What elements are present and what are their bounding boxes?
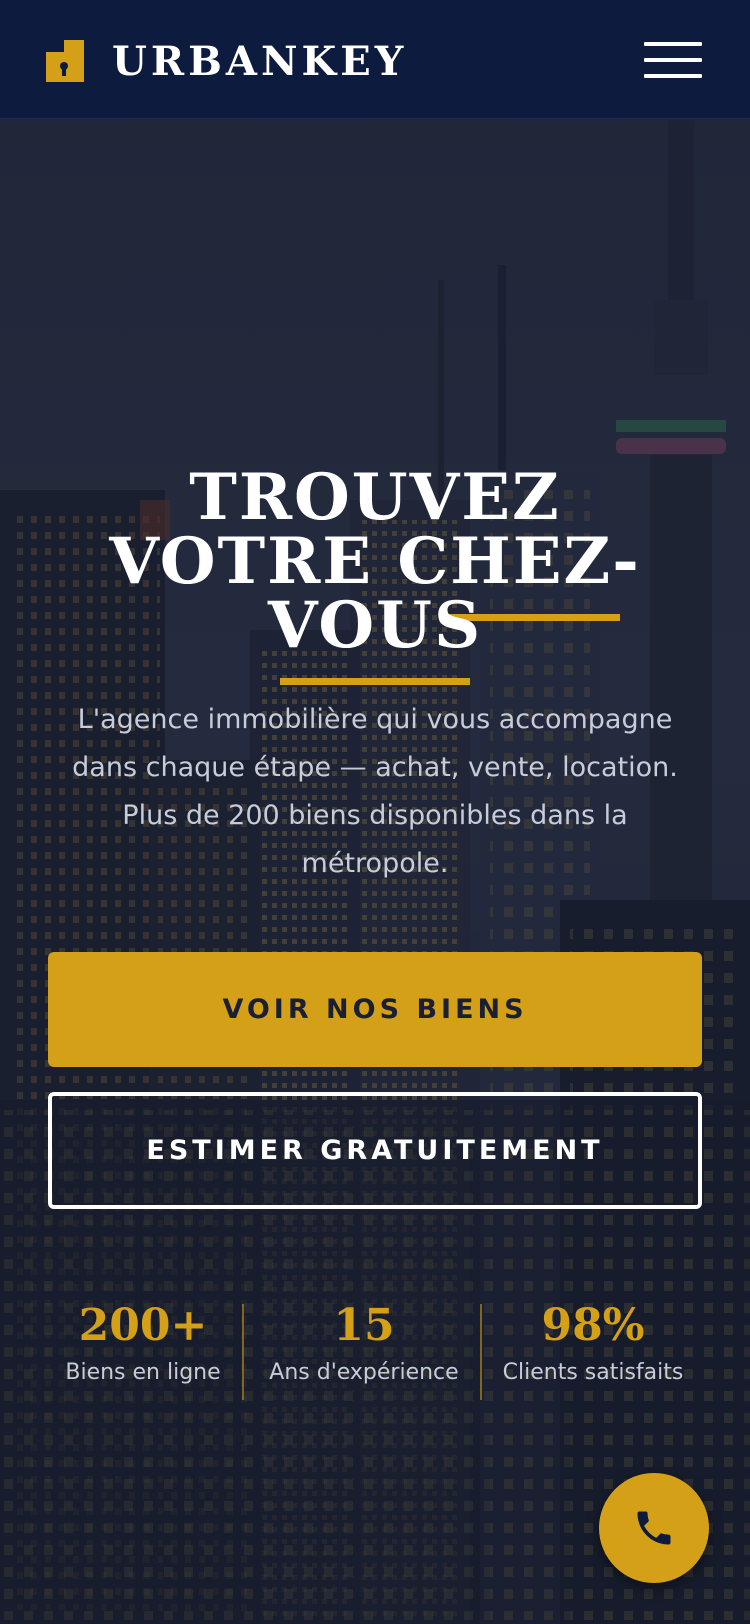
- stat-value: 15: [333, 1300, 395, 1351]
- stat-divider: [242, 1304, 244, 1400]
- phone-icon: [637, 1511, 671, 1545]
- call-button[interactable]: [599, 1473, 709, 1583]
- hero-title: TROUVEZ VOTRE CHEZ-VOUS: [109, 460, 641, 663]
- free-estimate-button[interactable]: ESTIMER GRATUITEMENT: [48, 1092, 702, 1209]
- stat-label: Ans d'expérience: [269, 1360, 459, 1385]
- stat-value: 98%: [541, 1300, 645, 1351]
- stat-value: 200+: [78, 1300, 208, 1351]
- stat-divider: [480, 1304, 482, 1400]
- building-key-icon[interactable]: [46, 40, 86, 82]
- page: URBANKEY TROUVEZ VOTRE CHEZ-VOUS L'agenc…: [0, 0, 750, 1624]
- hamburger-menu-icon[interactable]: [644, 42, 702, 78]
- stat-label: Biens en ligne: [65, 1360, 221, 1385]
- brand-name[interactable]: URBANKEY: [112, 38, 407, 86]
- view-properties-button[interactable]: VOIR NOS BIENS: [48, 952, 702, 1067]
- title-underline: [280, 678, 470, 685]
- stat-label: Clients satisfaits: [502, 1360, 684, 1385]
- stats-bar: 200+ Biens en ligne 15 Ans d'expérience …: [48, 1300, 702, 1400]
- hero-subtitle: L'agence immobilière qui vous accompagne…: [72, 704, 678, 879]
- stat-experience: 15 Ans d'expérience: [248, 1300, 480, 1390]
- site-header: URBANKEY: [0, 0, 750, 119]
- stat-listings: 200+ Biens en ligne: [48, 1300, 238, 1390]
- stat-satisfaction: 98% Clients satisfaits: [486, 1300, 700, 1390]
